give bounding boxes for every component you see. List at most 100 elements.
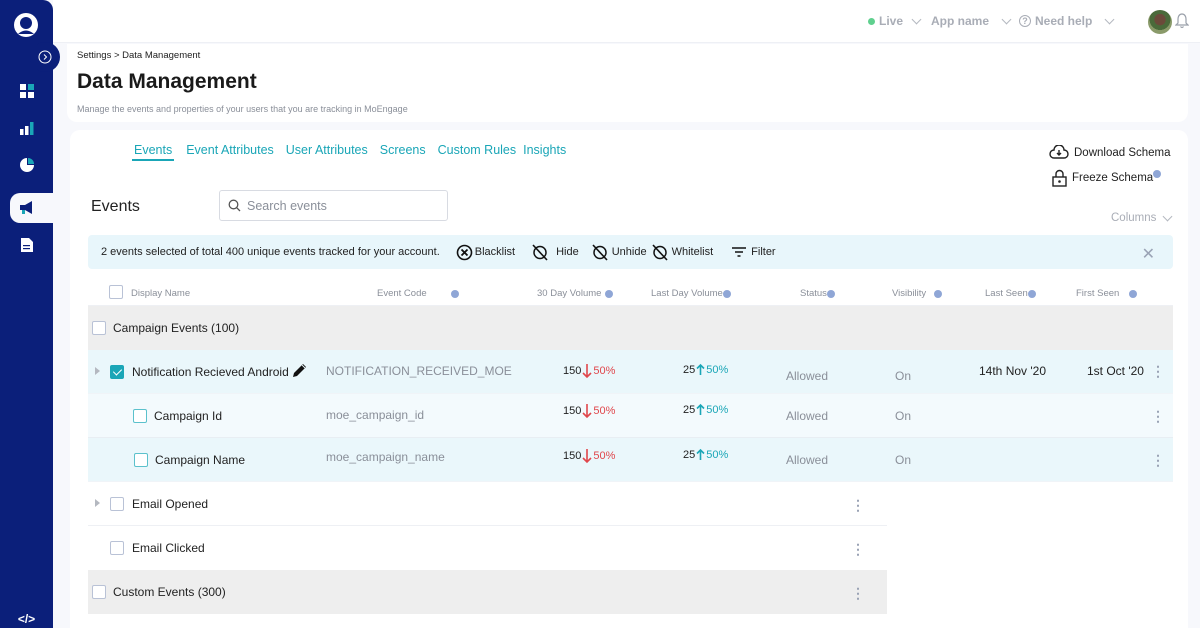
info-icon[interactable] xyxy=(1153,170,1162,178)
tab-custom-rules[interactable]: Custom Rules xyxy=(438,143,517,161)
info-icon[interactable] xyxy=(1129,289,1138,298)
last-seen-value: 14th Nov '20 xyxy=(979,364,1047,378)
columns-dropdown[interactable]: Columns xyxy=(1111,211,1173,224)
more-options-icon[interactable]: ⋮ xyxy=(851,586,865,600)
expand-caret-icon[interactable] xyxy=(95,367,100,375)
nav-content[interactable] xyxy=(0,230,53,260)
code-icon[interactable]: </> xyxy=(0,612,53,626)
more-options-icon[interactable]: ⋮ xyxy=(1151,409,1165,423)
more-options-icon[interactable]: ⋮ xyxy=(851,542,865,556)
download-schema-button[interactable]: Download Schema xyxy=(1049,145,1171,160)
table-row-event[interactable]: Notification Recieved Android NOTIFICATI… xyxy=(88,350,1173,394)
row-checkbox[interactable] xyxy=(110,541,124,555)
group-row-campaign-events[interactable]: Campaign Events (100) xyxy=(88,306,1173,350)
checkbox[interactable] xyxy=(109,285,123,299)
info-icon[interactable] xyxy=(722,289,731,298)
environment-dropdown[interactable]: Live xyxy=(868,14,922,28)
col-label: First Seen xyxy=(1076,288,1120,299)
checkbox[interactable] xyxy=(110,541,124,555)
tab-event-attributes[interactable]: Event Attributes xyxy=(186,143,274,161)
row-checkbox[interactable] xyxy=(110,365,124,379)
filter-icon xyxy=(732,247,747,257)
table-row-attribute[interactable]: Campaign Name moe_campaign_name 150 50% … xyxy=(88,438,1173,482)
col-event-code[interactable]: Event Code xyxy=(377,288,459,299)
search-events-field[interactable] xyxy=(219,190,448,221)
nav-analytics[interactable] xyxy=(0,113,53,143)
row-checkbox[interactable] xyxy=(133,409,147,423)
info-icon[interactable] xyxy=(1027,289,1036,298)
checkbox-checked[interactable] xyxy=(110,365,124,379)
checkbox[interactable] xyxy=(92,585,106,599)
expand-caret-icon[interactable] xyxy=(95,499,100,507)
col-first-seen[interactable]: First Seen xyxy=(1076,288,1138,299)
breadcrumb[interactable]: Settings > Data Management xyxy=(77,50,200,61)
table-row-event[interactable]: Email Clicked ⋮ xyxy=(88,526,887,570)
tab-user-attributes[interactable]: User Attributes xyxy=(286,143,368,161)
app-name-label: App name xyxy=(931,14,990,28)
tab-screens[interactable]: Screens xyxy=(380,143,426,161)
visibility-value: On xyxy=(895,369,912,383)
user-avatar[interactable] xyxy=(1148,10,1172,34)
filter-button[interactable]: Filter xyxy=(731,246,776,258)
checkbox[interactable] xyxy=(110,497,124,511)
volume-value: 25 xyxy=(683,403,696,416)
trend-up: 50% xyxy=(695,363,728,376)
select-all-checkbox[interactable] xyxy=(109,285,123,299)
events-heading: Events xyxy=(91,198,140,215)
volume-value: 25 xyxy=(683,363,696,376)
hide-button[interactable]: Hide xyxy=(531,243,579,261)
chevron-down-icon xyxy=(1104,14,1115,25)
tab-events[interactable]: Events xyxy=(132,143,175,161)
col-display-name[interactable]: Display Name xyxy=(131,288,190,299)
info-icon[interactable] xyxy=(934,289,943,298)
close-icon[interactable]: ✕ xyxy=(1142,244,1155,264)
col-last-seen[interactable]: Last Seen xyxy=(985,288,1036,299)
col-status[interactable]: Status xyxy=(800,288,835,299)
freeze-schema-button[interactable]: Freeze Schema xyxy=(1052,169,1162,187)
table-row-event[interactable]: Email Opened ⋮ xyxy=(88,482,887,526)
group-checkbox[interactable] xyxy=(92,585,106,599)
col-last-day-volume[interactable]: Last Day Volume xyxy=(651,288,731,299)
nav-engage-active[interactable] xyxy=(10,193,63,223)
info-icon[interactable] xyxy=(450,289,459,298)
row-checkbox[interactable] xyxy=(134,453,148,467)
row-checkbox[interactable] xyxy=(110,497,124,511)
col-visibility[interactable]: Visibility xyxy=(892,288,943,299)
group-checkbox[interactable] xyxy=(92,321,106,335)
volume-value: 150 xyxy=(563,365,582,377)
checkbox[interactable] xyxy=(134,453,148,467)
arrow-down-icon xyxy=(582,404,592,419)
help-dropdown[interactable]: ? Need help xyxy=(1019,14,1115,28)
moengage-logo-icon[interactable] xyxy=(13,12,39,38)
checkbox[interactable] xyxy=(92,321,106,335)
app-dropdown[interactable]: App name xyxy=(931,14,1012,28)
more-options-icon[interactable]: ⋮ xyxy=(851,498,865,512)
whitelist-button[interactable]: Whitelist xyxy=(651,243,713,261)
notification-bell-icon[interactable] xyxy=(1175,13,1189,29)
arrow-up-icon xyxy=(696,363,705,375)
arrow-down-icon xyxy=(582,449,592,464)
blacklist-button[interactable]: Blacklist xyxy=(456,244,515,261)
unhide-button[interactable]: Unhide xyxy=(591,243,647,261)
page-title: Data Management xyxy=(77,70,257,93)
table-row-attribute[interactable]: Campaign Id moe_campaign_id 150 50% 25 5… xyxy=(88,394,1173,438)
more-options-icon[interactable]: ⋮ xyxy=(1151,453,1165,467)
col-30-day-volume[interactable]: 30 Day Volume xyxy=(537,288,614,299)
info-icon[interactable] xyxy=(826,289,835,298)
tab-insights[interactable]: Insights xyxy=(523,143,566,161)
col-label: Event Code xyxy=(377,288,427,299)
edit-pencil-icon[interactable] xyxy=(291,362,308,379)
more-options-icon[interactable]: ⋮ xyxy=(1151,364,1165,378)
nav-segments[interactable] xyxy=(0,150,53,180)
sidebar-expand-button[interactable] xyxy=(30,42,60,72)
checkbox[interactable] xyxy=(133,409,147,423)
search-events-input[interactable] xyxy=(247,198,437,213)
chevron-down-icon xyxy=(1001,14,1012,25)
blacklist-x-circle-icon xyxy=(456,244,473,260)
attribute-code: moe_campaign_name xyxy=(326,450,445,464)
group-row-custom-events[interactable]: Custom Events (300) ⋮ xyxy=(88,570,887,614)
nav-dashboard[interactable] xyxy=(0,76,53,106)
info-icon[interactable] xyxy=(605,289,614,298)
attribute-display-name: Campaign Name xyxy=(155,453,246,467)
chevron-down-icon xyxy=(911,14,922,25)
